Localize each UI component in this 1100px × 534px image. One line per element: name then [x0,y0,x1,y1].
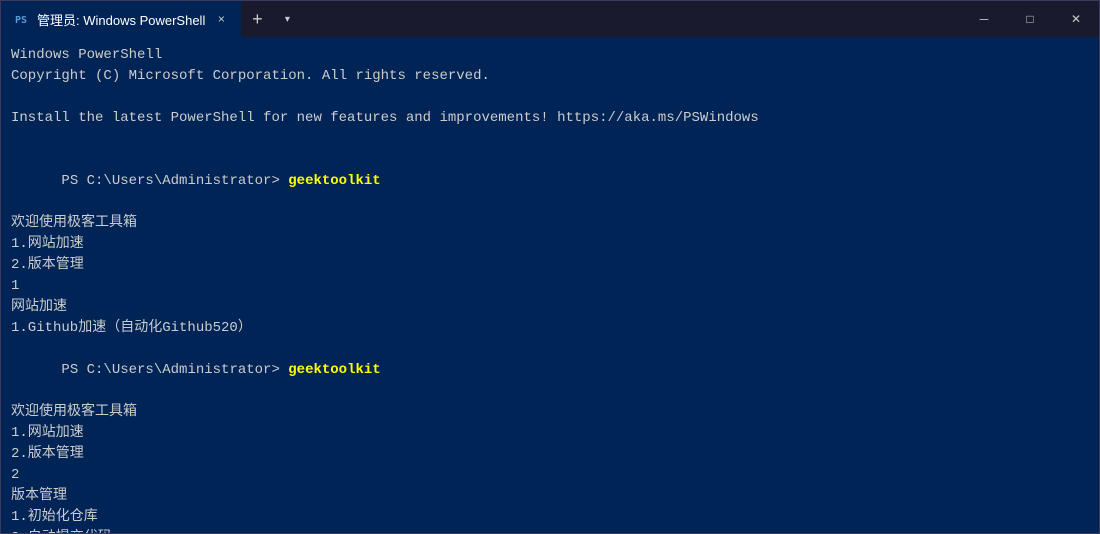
command-2: geektoolkit [288,362,380,378]
tab-title: 管理员: Windows PowerShell [37,10,205,29]
tab-close-button[interactable]: × [213,11,229,27]
terminal-line-18: 2.自动提交代码 [11,528,1089,533]
terminal-prompt-2: PS C:\Users\Administrator> geektoolkit [11,339,1089,402]
terminal-line-6: 欢迎使用极客工具箱 [11,213,1089,234]
titlebar-left: PS 管理员: Windows PowerShell × + ▾ [1,1,961,37]
terminal-body: Windows PowerShell Copyright (C) Microso… [1,37,1099,533]
svg-text:PS: PS [15,15,27,26]
terminal-line-2: Copyright (C) Microsoft Corporation. All… [11,66,1089,87]
prompt-text-1: PS C:\Users\Administrator> [61,173,288,189]
command-1: geektoolkit [288,173,380,189]
terminal-line-7: 1.网站加速 [11,234,1089,255]
terminal-line-13: 1.网站加速 [11,423,1089,444]
terminal-line-10: 网站加速 [11,297,1089,318]
terminal-line-4: Install the latest PowerShell for new fe… [11,108,1089,129]
prompt-text-2: PS C:\Users\Administrator> [61,362,288,378]
terminal-line-17: 1.初始化仓库 [11,507,1089,528]
close-button[interactable]: ✕ [1053,1,1099,37]
terminal-prompt-1: PS C:\Users\Administrator> geektoolkit [11,150,1089,213]
titlebar: PS 管理员: Windows PowerShell × + ▾ ─ □ ✕ [1,1,1099,37]
terminal-line-8: 2.版本管理 [11,255,1089,276]
tab-dropdown-button[interactable]: ▾ [273,1,301,37]
powershell-icon: PS [13,11,29,27]
new-tab-button[interactable]: + [241,1,273,37]
terminal-line-1: Windows PowerShell [11,45,1089,66]
terminal-line-15: 2 [11,465,1089,486]
terminal-line-12: 欢迎使用极客工具箱 [11,402,1089,423]
maximize-button[interactable]: □ [1007,1,1053,37]
terminal-line-16: 版本管理 [11,486,1089,507]
terminal-line-14: 2.版本管理 [11,444,1089,465]
active-tab[interactable]: PS 管理员: Windows PowerShell × [1,1,241,37]
minimize-button[interactable]: ─ [961,1,1007,37]
window: PS 管理员: Windows PowerShell × + ▾ ─ □ ✕ W… [0,0,1100,534]
terminal-line-9: 1 [11,276,1089,297]
terminal-line-3 [11,87,1089,108]
window-controls: ─ □ ✕ [961,1,1099,37]
terminal-line-11: 1.Github加速（自动化Github520） [11,318,1089,339]
terminal-line-5 [11,129,1089,150]
